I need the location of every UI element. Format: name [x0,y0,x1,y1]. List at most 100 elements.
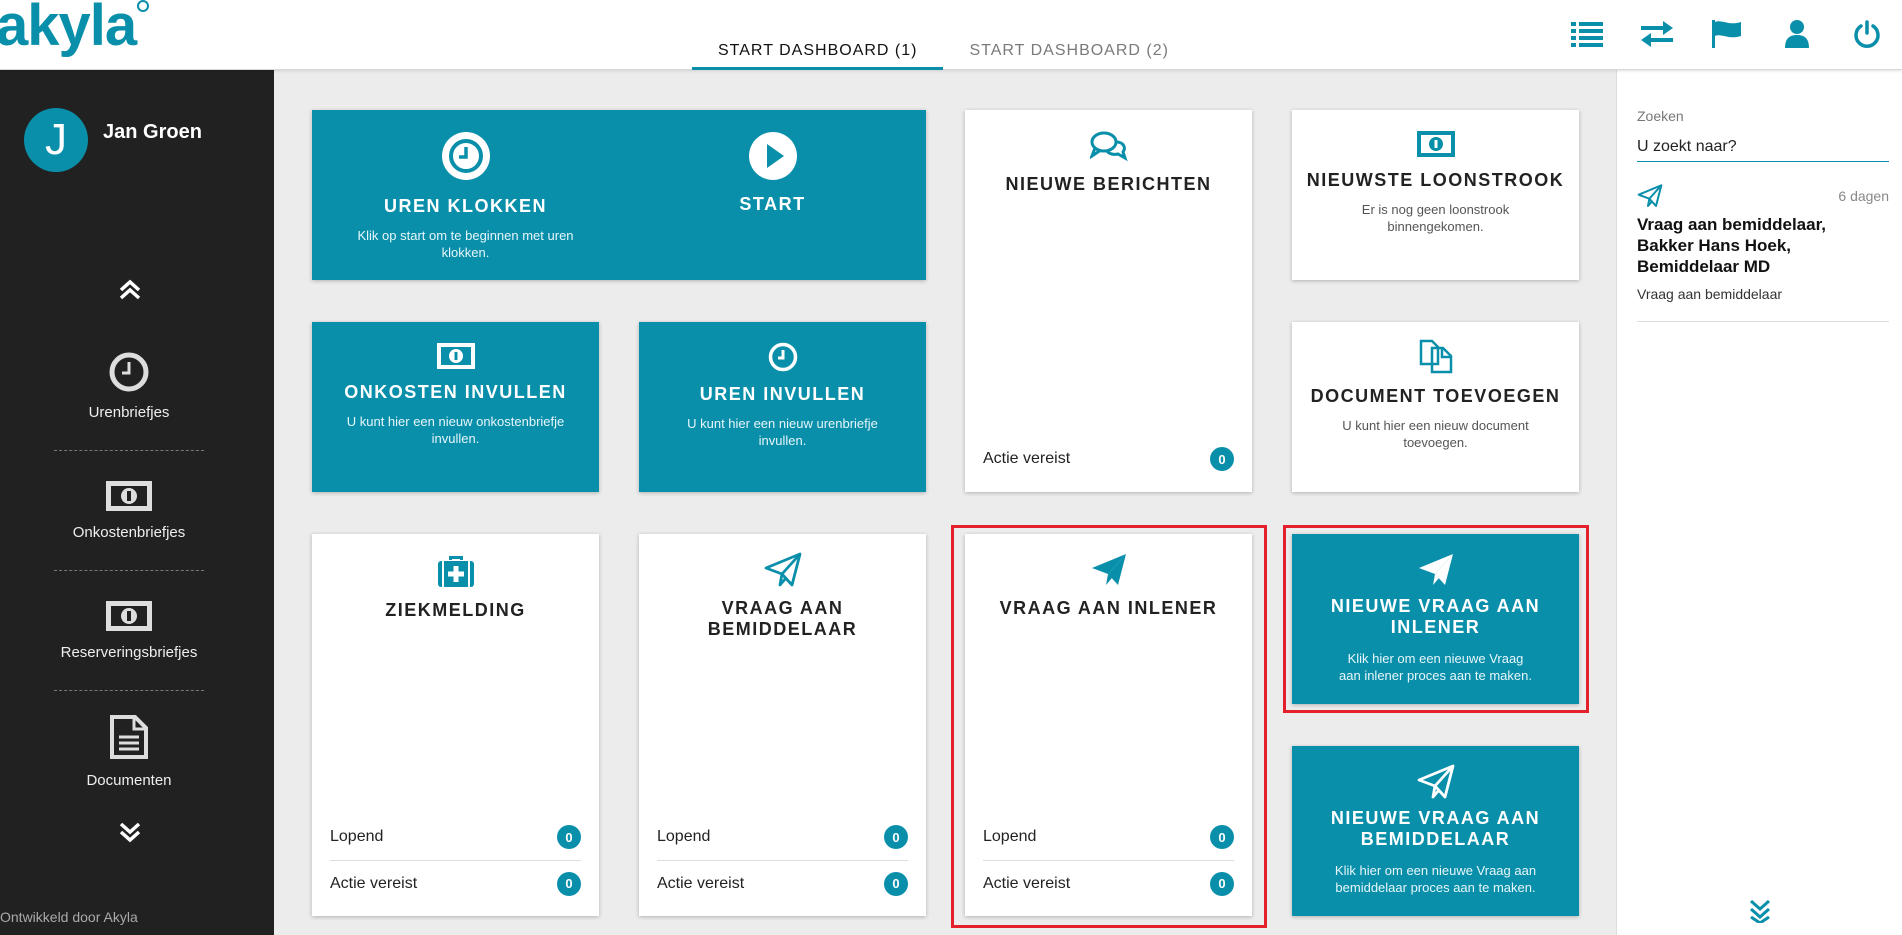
uren-klokken-panel[interactable]: UREN KLOKKEN Klik op start om te beginne… [312,130,619,261]
tile-vraag-aan-inlener[interactable]: VRAAG AAN INLENER Lopend 0 Actie vereist… [965,534,1252,916]
tile-title: NIEUWE VRAAG AAN INLENER [1330,596,1541,637]
counter-label: Actie vereist [983,450,1071,467]
sidebar-divider [54,450,204,451]
tile-description: Er is nog geen loonstrook binnengekomen. [1361,202,1510,234]
clock-icon [768,342,797,372]
search-input[interactable] [1637,132,1889,162]
sidebar-item-label: Reserveringsbriefjes [60,644,198,661]
tile-description: U kunt hier een nieuw urenbriefje invull… [687,416,878,448]
tile-onkosten-invullen[interactable]: ONKOSTEN INVULLEN U kunt hier een nieuw … [312,322,599,492]
logo-text: akyla [0,0,137,58]
count-badge: 0 [1210,447,1234,471]
tab-start-dashboard-1[interactable]: START DASHBOARD (1) [692,30,944,70]
counter-row-actie-vereist: Actie vereist 0 [657,860,908,906]
counter-label: Actie vereist [657,874,745,892]
tile-title: NIEUWSTE LOONSTROOK [1306,170,1565,190]
tile-title: NIEUWE VRAAG AAN BEMIDDELAAR [1330,808,1541,849]
flag-icon[interactable] [1692,14,1762,54]
tile-document-toevoegen[interactable]: DOCUMENT TOEVOEGEN U kunt hier een nieuw… [1292,322,1579,492]
tile-nieuwe-vraag-aan-inlener[interactable]: NIEUWE VRAAG AAN INLENER Klik hier om ee… [1292,534,1579,704]
clock-icon [109,352,149,392]
sidebar-item-onkostenbriefjes[interactable]: Onkostenbriefjes [54,480,204,600]
sidebar-item-label: Documenten [86,772,172,789]
counter-row-lopend: Lopend 0 [657,814,908,860]
sidebar-item-urenbriefjes[interactable]: Urenbriefjes [54,352,204,472]
tile-title: UREN KLOKKEN [383,196,547,216]
tile-title: VRAAG AAN INLENER [999,598,1218,618]
sidebar-item-reserveringsbriefjes[interactable]: Reserveringsbriefjes [54,600,204,720]
scroll-down-icon[interactable] [1747,897,1773,923]
play-icon [748,132,797,180]
message-item[interactable]: 6 dagen Vraag aan bemiddelaar, Bakker Ha… [1637,184,1889,322]
counter-row-lopend: Lopend 0 [983,814,1234,860]
count-badge: 0 [1210,871,1234,896]
swap-icon[interactable] [1622,14,1692,54]
tile-description: U kunt hier een nieuw onkostenbriefje in… [346,414,565,446]
tile-uren-klokken: UREN KLOKKEN Klik op start om te beginne… [312,110,926,280]
chat-bubbles-icon [1089,131,1128,162]
medkit-icon [437,556,474,587]
tile-uren-invullen[interactable]: UREN INVULLEN U kunt hier een nieuw uren… [639,322,926,492]
sidebar: J Jan Groen Urenbriefjes Onkostenbriefje… [0,70,274,935]
sidebar-item-label: Urenbriefjes [88,404,170,421]
paper-plane-icon [764,552,801,587]
paper-plane-icon [1418,554,1453,585]
akyla-logo[interactable]: akyla [0,0,150,59]
tile-title: ONKOSTEN INVULLEN [344,382,567,402]
tile-vraag-aan-bemiddelaar[interactable]: VRAAG AAN BEMIDDELAAR Lopend 0 Actie ver… [639,534,926,916]
sidebar-item-documenten[interactable]: Documenten [54,714,204,834]
dashboard-tabs: START DASHBOARD (1) START DASHBOARD (2) [692,30,1195,70]
user-icon[interactable] [1762,14,1832,54]
tile-description: Klik hier om een nieuwe Vraag aan inlene… [1339,651,1532,683]
avatar[interactable]: J [24,108,88,172]
counter-row-actie-vereist: Actie vereist 0 [983,860,1234,906]
sidebar-divider [54,570,204,571]
tile-description: Klik op start om te beginnen met uren kl… [357,228,574,260]
document-icon [110,715,148,759]
start-label: START [739,194,806,214]
tile-nieuwste-loonstrook[interactable]: NIEUWSTE LOONSTROOK Er is nog geen loons… [1292,110,1579,280]
tile-description: U kunt hier een nieuw document toevoegen… [1342,418,1529,450]
top-bar: akyla START DASHBOARD (1) START DASHBOAR… [0,0,1902,70]
tile-nieuwe-vraag-aan-bemiddelaar[interactable]: NIEUWE VRAAG AAN BEMIDDELAAR Klik hier o… [1292,746,1579,916]
tile-title: UREN INVULLEN [699,384,866,404]
list-icon[interactable] [1552,14,1622,54]
start-button[interactable]: START [619,130,926,215]
clock-icon [441,132,490,180]
scroll-up-icon[interactable] [117,276,143,302]
count-badge: 0 [557,871,581,896]
tab-start-dashboard-2[interactable]: START DASHBOARD (2) [943,30,1194,70]
message-subtitle: Vraag aan bemiddelaar [1637,286,1783,302]
count-badge: 0 [884,825,908,849]
search-label: Zoeken [1637,108,1684,124]
tile-title: NIEUWE BERICHTEN [1005,174,1212,194]
tile-title: VRAAG AAN BEMIDDELAAR [707,598,858,639]
power-icon[interactable] [1832,14,1902,54]
counter-label: Lopend [330,828,384,845]
counter-row-actie-vereist: Actie vereist 0 [330,860,581,906]
copy-documents-icon [1419,339,1452,374]
message-time: 6 dagen [1838,188,1889,204]
tile-ziekmelding[interactable]: ZIEKMELDING Lopend 0 Actie vereist 0 [312,534,599,916]
banknote-icon [106,601,152,631]
paper-plane-icon [1417,764,1454,799]
counter-row-actie-vereist: Actie vereist 0 [983,436,1234,482]
sidebar-divider [54,690,204,691]
user-name: Jan Groen [103,121,202,143]
banknote-icon [436,343,475,369]
tile-title: DOCUMENT TOEVOEGEN [1310,386,1561,406]
footer-credit: Ontwikkeld door Akyla [0,909,138,925]
count-badge: 0 [1210,825,1234,849]
paper-plane-icon [1637,184,1663,207]
right-panel: Zoeken 6 dagen Vraag aan bemiddelaar, Ba… [1616,70,1902,935]
top-icon-bar [1552,14,1902,54]
counter-label: Actie vereist [330,874,418,892]
banknote-icon [1416,131,1455,157]
banknote-icon [106,481,152,511]
count-badge: 0 [884,871,908,896]
count-badge: 0 [557,825,581,849]
tile-nieuwe-berichten[interactable]: NIEUWE BERICHTEN Actie vereist 0 [965,110,1252,492]
tile-title: ZIEKMELDING [385,600,526,620]
tile-description: Klik hier om een nieuwe Vraag aan bemidd… [1334,863,1537,895]
scroll-down-icon[interactable] [117,820,143,846]
